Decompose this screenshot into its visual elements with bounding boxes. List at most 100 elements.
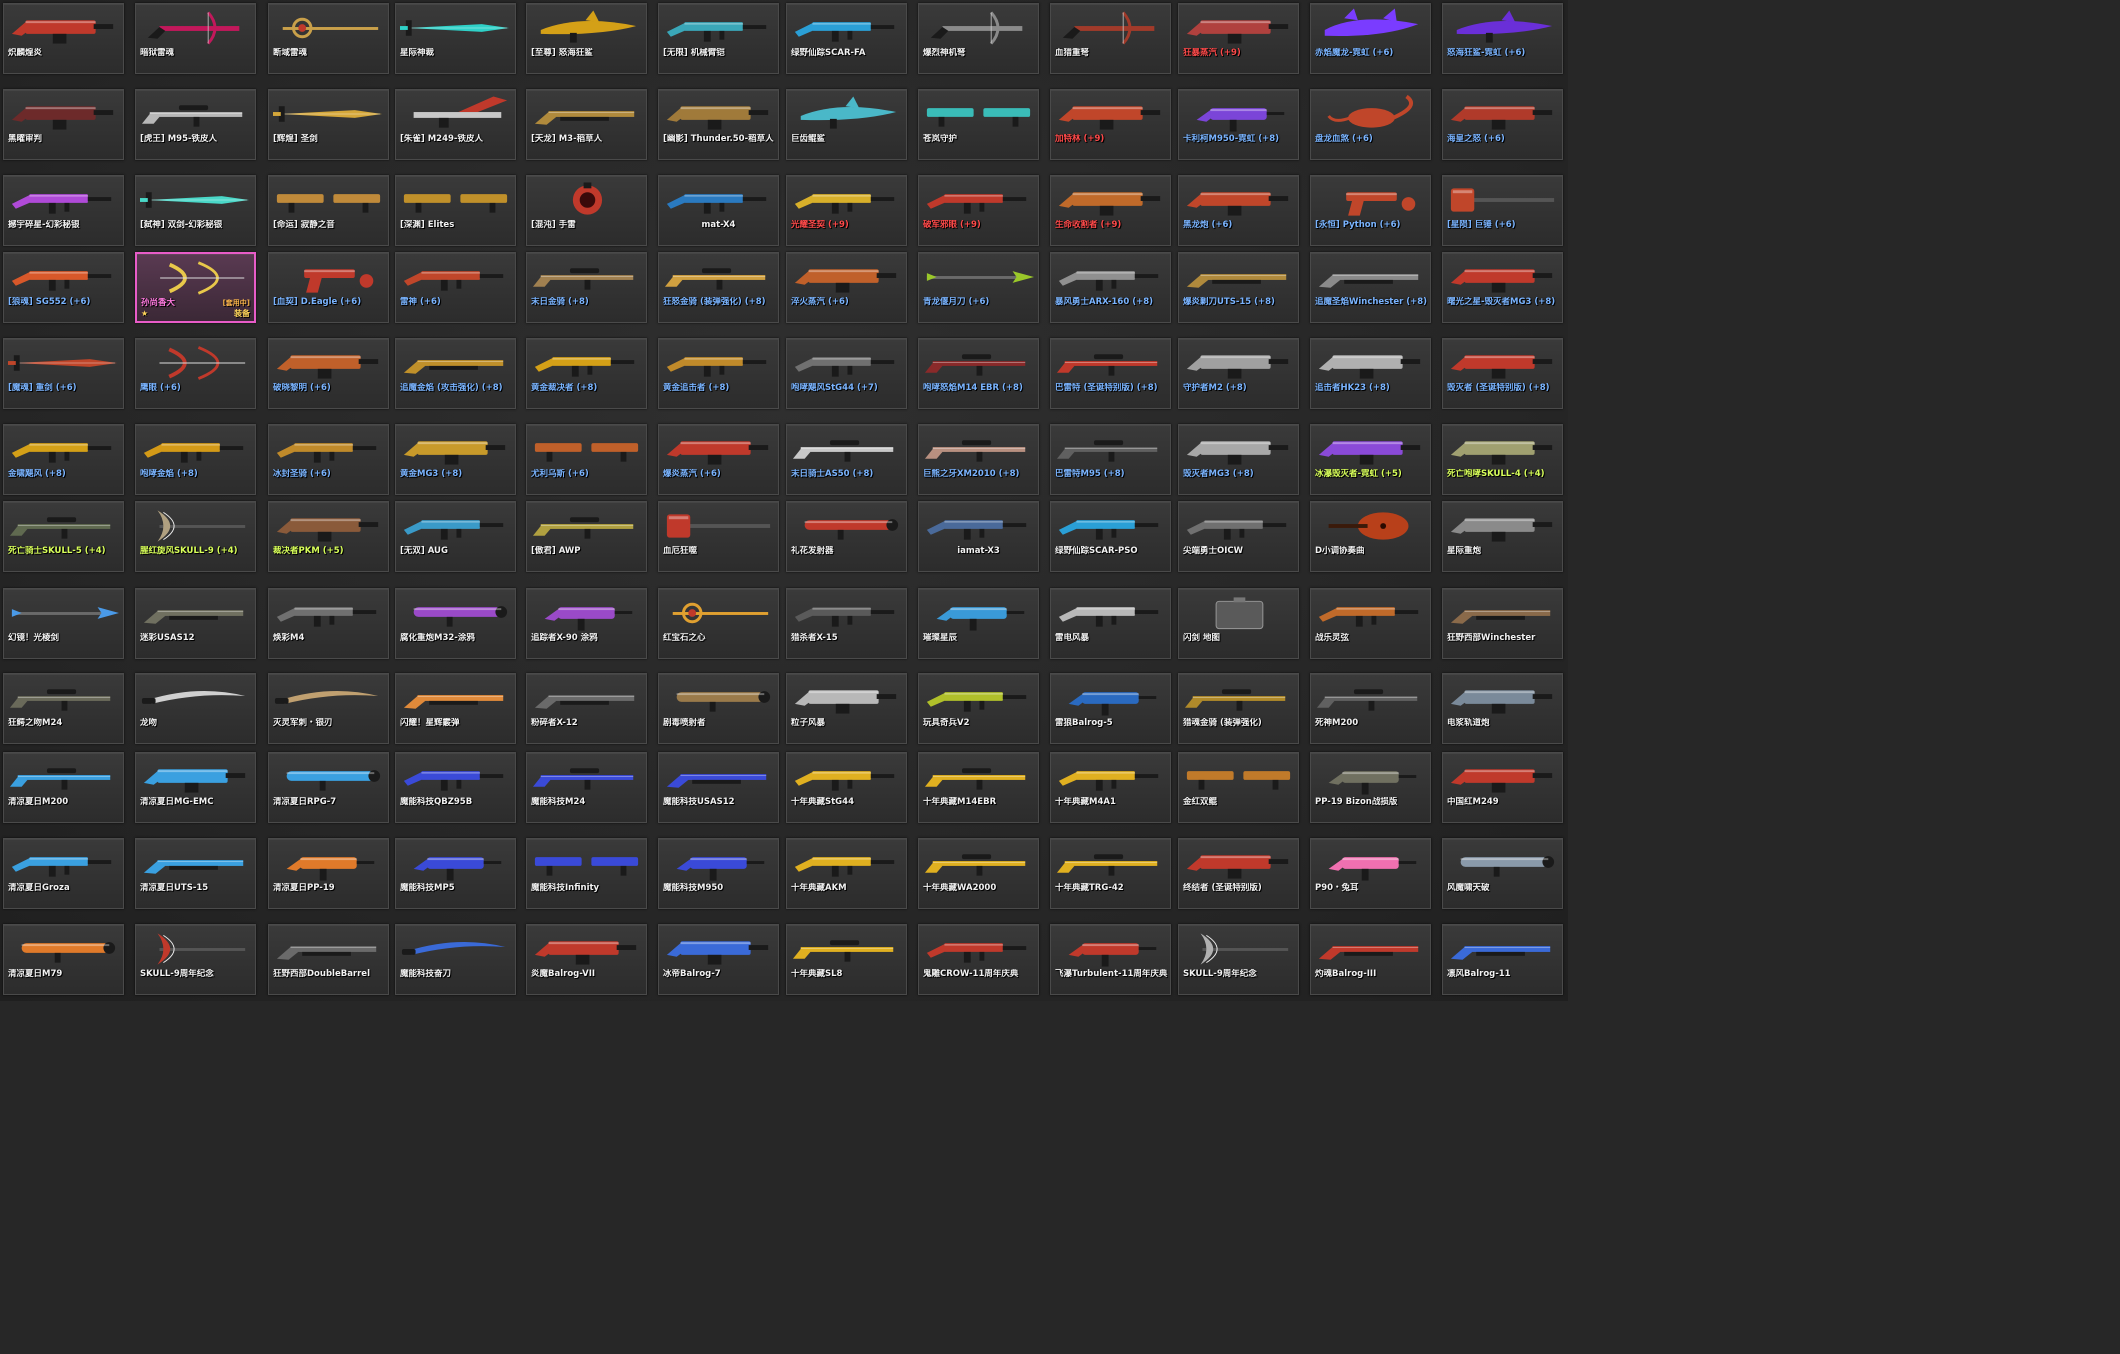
weapon-slot[interactable]: 死亡咆哮SKULL-4 (+4) [1442,424,1563,495]
weapon-slot[interactable]: 咆哮飓风StG44 (+7) [786,338,907,409]
weapon-slot[interactable]: 清凉夏日M79 [3,924,124,995]
weapon-slot[interactable]: 黑龙炮 (+6) [1178,175,1299,246]
weapon-slot[interactable]: 十年典藏StG44 [786,752,907,823]
weapon-slot[interactable]: [辉煌] 圣剑 [268,89,389,160]
weapon-slot[interactable]: [傲君] AWP [526,501,647,572]
weapon-slot[interactable]: 黑曜审判 [3,89,124,160]
weapon-slot[interactable]: 巨齿鲲鲨 [786,89,907,160]
weapon-slot[interactable]: 黄金追击者 (+8) [658,338,779,409]
weapon-slot[interactable]: 曙光之星-毁灭者MG3 (+8) [1442,252,1563,323]
weapon-slot[interactable]: 尖端勇士OICW [1178,501,1299,572]
weapon-slot[interactable]: 清凉夏日M200 [3,752,124,823]
weapon-slot[interactable]: 十年典藏TRG-42 [1050,838,1171,909]
weapon-slot[interactable]: 绿野仙踪SCAR-PSO [1050,501,1171,572]
weapon-slot[interactable]: 海皇之怒 (+6) [1442,89,1563,160]
weapon-slot[interactable]: 红宝石之心 [658,588,779,659]
weapon-slot[interactable]: 末日骑士AS50 (+8) [786,424,907,495]
weapon-slot[interactable]: 冰瀑毁灭者-霓虹 (+5) [1310,424,1431,495]
weapon-slot[interactable]: [天龙] M3-稻草人 [526,89,647,160]
weapon-slot[interactable]: 狂鳄之吻M24 [3,673,124,744]
weapon-slot[interactable]: 加特林 (+9) [1050,89,1171,160]
weapon-slot[interactable]: 中国红M249 [1442,752,1563,823]
weapon-slot[interactable]: 风魔啸天破 [1442,838,1563,909]
weapon-slot[interactable]: 炽麟煌炎 [3,3,124,74]
weapon-slot[interactable]: D小调协奏曲 [1310,501,1431,572]
weapon-slot[interactable]: 破晓黎明 (+6) [268,338,389,409]
weapon-slot[interactable]: 爆炎蒸汽 (+6) [658,424,779,495]
weapon-slot[interactable]: 巨熊之牙XM2010 (+8) [918,424,1039,495]
weapon-slot[interactable]: 金啸飓风 (+8) [3,424,124,495]
weapon-slot[interactable]: 十年典藏WA2000 [918,838,1039,909]
weapon-slot[interactable]: 狂暴蒸汽 (+9) [1178,3,1299,74]
weapon-slot[interactable]: 黄金MG3 (+8) [395,424,516,495]
weapon-slot[interactable]: SKULL-9周年纪念 [1178,924,1299,995]
weapon-slot[interactable]: 清凉夏日PP-19 [268,838,389,909]
equip-button[interactable]: 装备 [234,308,250,319]
weapon-slot[interactable]: 光耀圣契 (+9) [786,175,907,246]
weapon-slot[interactable]: [混沌] 手雷 [526,175,647,246]
weapon-slot[interactable]: 裁决者PKM (+5) [268,501,389,572]
weapon-slot[interactable]: 尤利乌斯 (+6) [526,424,647,495]
weapon-slot[interactable]: 生命收割者 (+9) [1050,175,1171,246]
weapon-slot[interactable]: [深渊] Elites [395,175,516,246]
weapon-slot[interactable]: 魔能科技奋刀 [395,924,516,995]
weapon-slot[interactable]: 璀璨星辰 [918,588,1039,659]
weapon-slot[interactable]: 冰封圣骑 (+6) [268,424,389,495]
weapon-slot[interactable]: 怒海狂鲨-霓虹 (+6) [1442,3,1563,74]
weapon-slot[interactable]: 猎杀者X-15 [786,588,907,659]
weapon-slot[interactable]: [星陨] 巨锤 (+6) [1442,175,1563,246]
weapon-slot[interactable]: 战乐灵弦 [1310,588,1431,659]
weapon-slot[interactable]: 暴风勇士ARX-160 (+8) [1050,252,1171,323]
weapon-slot[interactable]: 追魔金焰 (攻击强化) (+8) [395,338,516,409]
weapon-slot[interactable]: 爆烈神机弩 [918,3,1039,74]
weapon-slot[interactable]: 清凉夏日Groza [3,838,124,909]
weapon-slot[interactable]: PP-19 Bizon战损版 [1310,752,1431,823]
weapon-slot[interactable]: 雷电风暴 [1050,588,1171,659]
weapon-slot[interactable]: [无双] AUG [395,501,516,572]
weapon-slot[interactable]: 清凉夏日UTS-15 [135,838,256,909]
weapon-slot[interactable]: 清凉夏日RPG-7 [268,752,389,823]
weapon-slot[interactable]: 魔能科技QBZ95B [395,752,516,823]
weapon-slot[interactable]: 追魔圣焰Winchester (+8) [1310,252,1431,323]
weapon-slot[interactable]: 鬼雕CROW-11周年庆典 [918,924,1039,995]
weapon-slot[interactable]: 焕彩M4 [268,588,389,659]
weapon-slot[interactable]: 雷神 (+6) [395,252,516,323]
weapon-slot[interactable]: 终结者 (圣诞特别版) [1178,838,1299,909]
weapon-slot[interactable]: [命运] 寂静之音 [268,175,389,246]
weapon-slot[interactable]: 死神M200 [1310,673,1431,744]
weapon-slot[interactable]: 青龙偃月刀 (+6) [918,252,1039,323]
weapon-slot[interactable]: 守护者M2 (+8) [1178,338,1299,409]
weapon-slot[interactable]: 毁灭者 (圣诞特别版) (+8) [1442,338,1563,409]
weapon-slot[interactable]: 幻镜！光棱剑 [3,588,124,659]
weapon-slot[interactable]: 血猎重弩 [1050,3,1171,74]
weapon-slot[interactable]: SKULL-9周年纪念 [135,924,256,995]
weapon-slot[interactable]: 绿野仙踪SCAR-FA [786,3,907,74]
weapon-slot[interactable]: [幽影] Thunder.50-稻草人 [658,89,779,160]
weapon-slot[interactable]: 巴雷特 (圣诞特别版) (+8) [1050,338,1171,409]
weapon-slot[interactable]: 魔能科技USAS12 [658,752,779,823]
weapon-slot[interactable]: 盘龙血煞 (+6) [1310,89,1431,160]
weapon-slot[interactable]: 粒子风暴 [786,673,907,744]
weapon-slot[interactable]: 苍岚守护 [918,89,1039,160]
weapon-slot[interactable]: 冰帝Balrog-7 [658,924,779,995]
weapon-slot[interactable]: 魔能科技M24 [526,752,647,823]
weapon-slot[interactable]: 黄金裁决者 (+8) [526,338,647,409]
weapon-slot[interactable]: 断域雷魂 [268,3,389,74]
weapon-slot[interactable]: 雷狼Balrog-5 [1050,673,1171,744]
weapon-slot[interactable]: 灼魂Balrog-III [1310,924,1431,995]
weapon-slot[interactable]: 魔能科技MP5 [395,838,516,909]
weapon-slot[interactable]: 毁灭者MG3 (+8) [1178,424,1299,495]
weapon-slot[interactable]: 凛风Balrog-11 [1442,924,1563,995]
weapon-slot[interactable]: 撼宇碎星-幻彩秘银 [3,175,124,246]
weapon-slot[interactable]: 金红双鲲 [1178,752,1299,823]
weapon-slot[interactable]: 星际重炮 [1442,501,1563,572]
weapon-slot[interactable]: 龙吻 [135,673,256,744]
weapon-slot[interactable]: 追击者HK23 (+8) [1310,338,1431,409]
weapon-slot[interactable]: 闪剑 地图 [1178,588,1299,659]
weapon-slot[interactable]: [至尊] 怒海狂鲨 [526,3,647,74]
weapon-slot[interactable]: 腐化重炮M32-涂鸦 [395,588,516,659]
weapon-slot[interactable]: 清凉夏日MG-EMC [135,752,256,823]
weapon-slot[interactable]: 狂怒金骑 (装弹强化) (+8) [658,252,779,323]
weapon-slot[interactable]: 腥红旋风SKULL-9 (+4) [135,501,256,572]
weapon-slot[interactable]: 咆哮金焰 (+8) [135,424,256,495]
